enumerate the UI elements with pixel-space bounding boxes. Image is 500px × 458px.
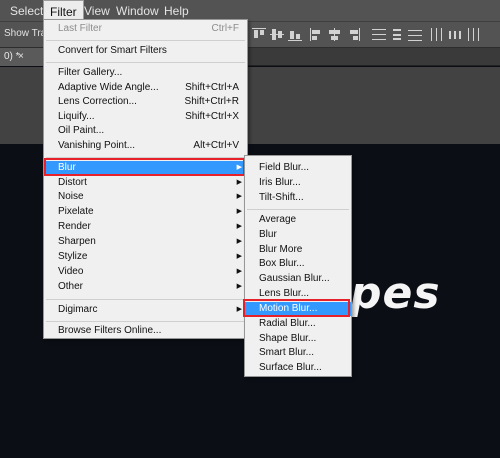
menu-item-filter-gallery[interactable]: Filter Gallery... <box>44 66 247 80</box>
menu-item-browse-filters-online[interactable]: Browse Filters Online... <box>44 324 247 338</box>
align-vertical-center-icon[interactable] <box>270 28 284 41</box>
menu-item-other[interactable]: Other ▶ <box>44 280 247 294</box>
menu-item-radial-blur[interactable]: Radial Blur... <box>245 317 351 331</box>
menu-item-oil-paint[interactable]: Oil Paint... <box>44 124 247 138</box>
menu-item-convert-smart-filters[interactable]: Convert for Smart Filters <box>44 44 247 58</box>
menu-separator <box>46 40 245 41</box>
align-left-icon[interactable] <box>310 28 324 41</box>
menu-item-video[interactable]: Video ▶ <box>44 265 247 279</box>
menu-item-pixelate[interactable]: Pixelate ▶ <box>44 205 247 219</box>
align-top-icon[interactable] <box>252 28 266 41</box>
menu-item-liquify[interactable]: Liquify... Shift+Ctrl+X <box>44 110 247 124</box>
submenu-arrow-icon: ▶ <box>236 283 242 290</box>
submenu-arrow-icon: ▶ <box>236 193 242 200</box>
align-right-icon[interactable] <box>346 28 360 41</box>
distribute-right-icon[interactable] <box>466 28 480 41</box>
menu-item-tilt-shift[interactable]: Tilt-Shift... <box>245 191 351 205</box>
menu-item-shape-blur[interactable]: Shape Blur... <box>245 332 351 346</box>
submenu-arrow-icon: ▶ <box>236 238 242 245</box>
blur-submenu: Field Blur... Iris Blur... Tilt-Shift...… <box>244 155 352 377</box>
menu-item-sharpen[interactable]: Sharpen ▶ <box>44 235 247 249</box>
blur-highlight-outline <box>44 158 245 176</box>
menu-item-blur-more[interactable]: Blur More <box>245 243 351 257</box>
menu-separator <box>46 321 245 322</box>
menu-item-surface-blur[interactable]: Surface Blur... <box>245 361 351 375</box>
submenu-arrow-icon: ▶ <box>236 306 242 313</box>
menu-item-lens-correction[interactable]: Lens Correction... Shift+Ctrl+R <box>44 95 247 109</box>
distribute-center-icon[interactable] <box>390 28 404 41</box>
distribute-horizontal-icon[interactable] <box>448 28 462 41</box>
menu-item-gaussian-blur[interactable]: Gaussian Blur... <box>245 272 351 286</box>
menu-separator <box>247 209 349 210</box>
menu-separator <box>46 62 245 63</box>
distribute-bottom-icon[interactable] <box>408 28 422 41</box>
menu-item-last-filter[interactable]: Last Filter Ctrl+F <box>44 22 247 36</box>
submenu-arrow-icon: ▶ <box>236 268 242 275</box>
menu-item-blur-simple[interactable]: Blur <box>245 228 351 242</box>
distribute-top-icon[interactable] <box>372 28 386 41</box>
menu-item-field-blur[interactable]: Field Blur... <box>245 161 351 175</box>
menu-item-render[interactable]: Render ▶ <box>44 220 247 234</box>
distribute-left-icon[interactable] <box>430 28 444 41</box>
menu-item-digimarc[interactable]: Digimarc ▶ <box>44 303 247 317</box>
close-icon[interactable]: × <box>18 48 24 66</box>
submenu-arrow-icon: ▶ <box>236 208 242 215</box>
align-horizontal-center-icon[interactable] <box>328 28 342 41</box>
menu-item-stylize[interactable]: Stylize ▶ <box>44 250 247 264</box>
align-bottom-icon[interactable] <box>288 28 302 41</box>
submenu-arrow-icon: ▶ <box>236 179 242 186</box>
menu-item-distort[interactable]: Distort ▶ <box>44 176 247 190</box>
menu-item-smart-blur[interactable]: Smart Blur... <box>245 346 351 360</box>
menu-item-iris-blur[interactable]: Iris Blur... <box>245 176 351 190</box>
menu-item-box-blur[interactable]: Box Blur... <box>245 257 351 271</box>
menu-separator <box>46 299 245 300</box>
menu-item-vanishing-point[interactable]: Vanishing Point... Alt+Ctrl+V <box>44 139 247 153</box>
menu-item-noise[interactable]: Noise ▶ <box>44 190 247 204</box>
submenu-arrow-icon: ▶ <box>236 223 242 230</box>
menu-item-adaptive-wide-angle[interactable]: Adaptive Wide Angle... Shift+Ctrl+A <box>44 81 247 95</box>
canvas-text: pes <box>350 268 441 319</box>
menu-item-average[interactable]: Average <box>245 213 351 227</box>
submenu-arrow-icon: ▶ <box>236 253 242 260</box>
filter-menu: Last Filter Ctrl+F Convert for Smart Fil… <box>43 19 248 339</box>
motion-blur-highlight-outline <box>243 299 350 317</box>
